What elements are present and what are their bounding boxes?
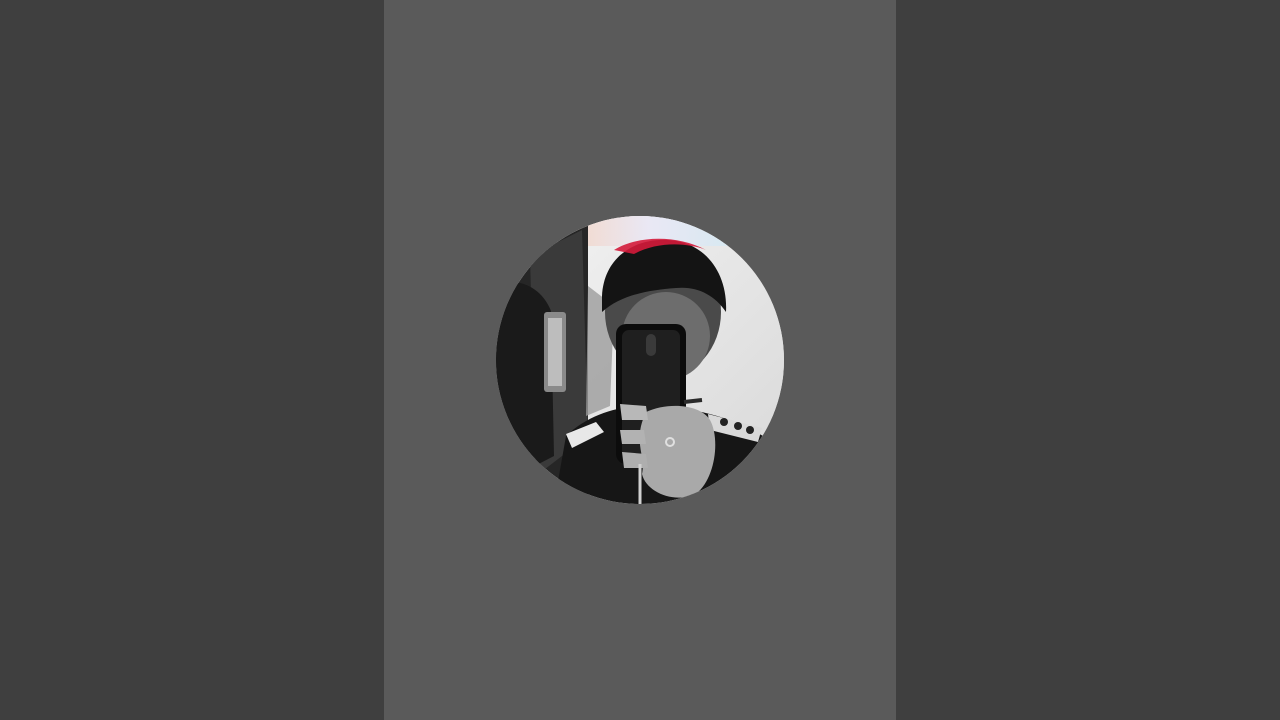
- letterbox-right: [896, 0, 1280, 720]
- video-player[interactable]: [0, 0, 1280, 720]
- channel-avatar: [496, 216, 784, 504]
- video-frame[interactable]: [384, 0, 896, 720]
- letterbox-left: [0, 0, 384, 720]
- profile-photo-icon: [496, 216, 784, 504]
